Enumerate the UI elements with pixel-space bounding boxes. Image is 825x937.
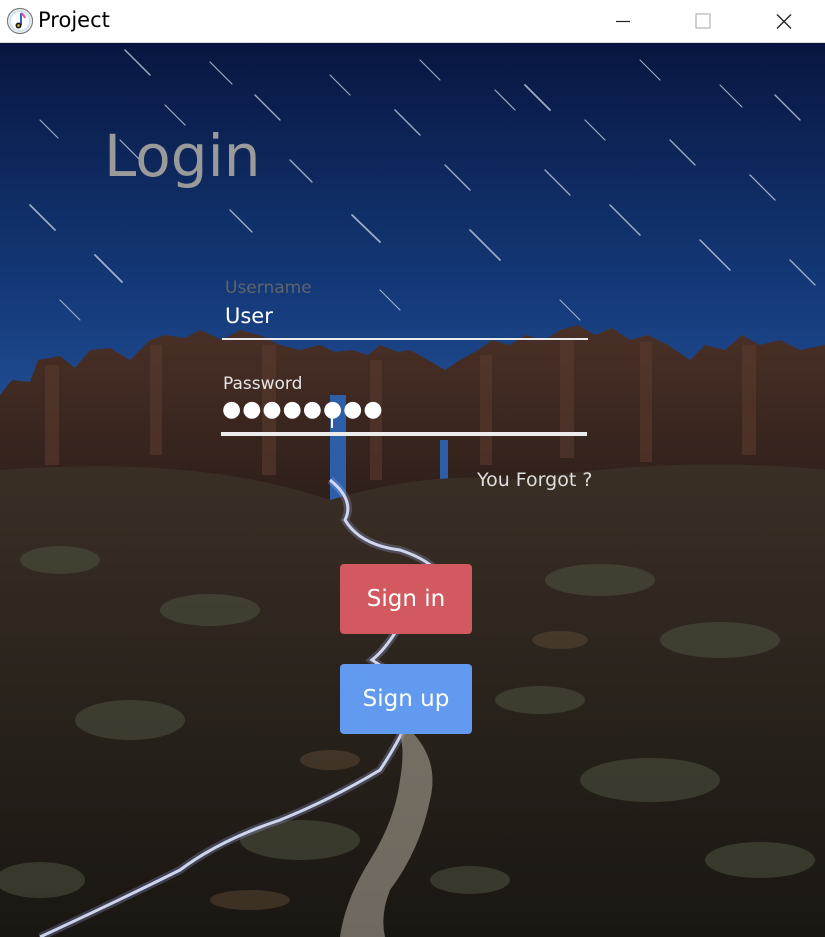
sign-up-label: Sign up — [362, 686, 450, 712]
password-input[interactable]: ●●●●●●●● — [222, 397, 383, 422]
app-window: Project Login Username User Password ●●●… — [0, 0, 825, 937]
music-note-icon — [6, 7, 34, 35]
password-underline — [221, 432, 587, 436]
username-label: Username — [225, 278, 312, 298]
window-title: Project — [38, 8, 110, 32]
forgot-password-link[interactable]: You Forgot ? — [477, 469, 592, 491]
close-button[interactable] — [744, 0, 824, 43]
sign-in-button[interactable]: Sign in — [340, 564, 472, 634]
title-bar[interactable]: Project — [0, 0, 825, 43]
maximize-button[interactable] — [663, 0, 743, 43]
username-input[interactable] — [225, 304, 585, 328]
sign-in-label: Sign in — [366, 586, 446, 612]
sign-up-button[interactable]: Sign up — [340, 664, 472, 734]
minimize-button[interactable] — [583, 0, 663, 43]
text-caret — [331, 402, 333, 428]
password-label: Password — [223, 374, 303, 394]
username-underline — [222, 338, 588, 340]
login-heading: Login — [104, 122, 261, 190]
